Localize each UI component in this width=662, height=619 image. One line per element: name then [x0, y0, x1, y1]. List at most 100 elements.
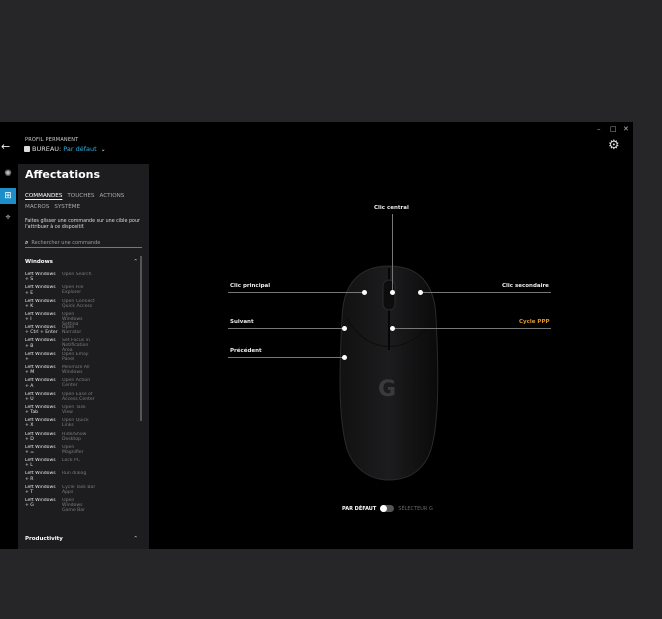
list-item[interactable]: Left Windows + R Run dialog — [25, 471, 138, 484]
hotspot-back[interactable] — [342, 355, 347, 360]
list-item[interactable]: Left Windows + K Open Connect Quick Acces… — [25, 299, 138, 312]
close-button[interactable]: ✕ — [623, 124, 629, 134]
gear-icon[interactable]: ⚙ — [608, 139, 620, 152]
command-action: Open Task View — [62, 404, 86, 415]
panel-title: Affectations — [25, 168, 101, 181]
list-item[interactable]: Left Windows + E Open File Explorer — [25, 285, 138, 298]
list-item[interactable]: Left Windows + S Open Search — [25, 272, 138, 285]
callout-middle-click[interactable]: Clic central — [374, 205, 409, 211]
list-item[interactable]: Left Windows + M Minimize All Windows — [25, 365, 138, 378]
command-key: Left Windows + X — [25, 418, 56, 429]
mode-toggle[interactable] — [380, 505, 395, 512]
command-key: Left Windows + G — [25, 498, 56, 509]
command-list: Left Windows + S Open Search Left Windows… — [25, 272, 138, 511]
callout-secondary-click[interactable]: Clic secondaire — [502, 283, 549, 289]
leader-line — [421, 292, 551, 293]
hotspot-dpi[interactable] — [390, 326, 395, 331]
list-item[interactable]: Left Windows + T Cycle Task Bar Apps — [25, 485, 138, 498]
command-key: Left Windows + M — [25, 365, 56, 376]
command-action: Open File Explorer — [62, 285, 84, 296]
list-item[interactable]: Left Windows + L Lock PC — [25, 458, 138, 471]
command-action: Open Quick Links — [62, 418, 89, 429]
hotspot-secondary[interactable] — [418, 290, 423, 295]
hotspot-forward[interactable] — [342, 326, 347, 331]
arrow-left-icon[interactable]: ← — [1, 141, 10, 152]
g-shift-label: SÉLECTEUR G — [398, 505, 433, 512]
command-action: Open Windows Game Bar — [62, 498, 85, 512]
command-action: Open Narrator — [62, 325, 82, 336]
command-key: Left Windows + K — [25, 298, 56, 309]
hotspot-middle[interactable] — [390, 290, 395, 295]
list-item[interactable]: Left Windows + U Open Ease of Access Cent… — [25, 392, 138, 405]
command-action: Open Windows Setting — [62, 311, 83, 326]
lock-icon — [24, 146, 30, 152]
command-action: Open Magnifier — [62, 444, 84, 455]
list-item[interactable]: Left Windows + I Open Windows Setting — [25, 312, 138, 325]
list-item[interactable]: Left Windows + = Open Magnifier — [25, 445, 138, 458]
leader-line — [228, 328, 344, 329]
callout-back[interactable]: Précédent — [230, 348, 262, 354]
hotspot-primary[interactable] — [362, 290, 367, 295]
command-key: Left Windows + E — [25, 285, 56, 296]
callout-forward[interactable]: Suivant — [230, 319, 254, 325]
command-key: Left Windows + A — [25, 378, 56, 389]
command-key: Left Windows + U — [25, 391, 56, 402]
list-item[interactable]: Left Windows + Open Emoji Panel — [25, 352, 138, 365]
callout-primary-click[interactable]: Clic principal — [230, 283, 270, 289]
maximize-button[interactable]: □ — [610, 124, 617, 134]
chevron-up-icon: ⌃ — [133, 259, 138, 265]
tab-macros[interactable]: MACROS — [25, 204, 49, 210]
list-item[interactable]: Left Windows + Tab Open Task View — [25, 405, 138, 418]
command-action: Lock PC — [62, 458, 80, 464]
command-action: Open Action Center — [62, 378, 91, 389]
command-action: Open Ease of Access Center — [62, 391, 95, 402]
command-key: Left Windows + R — [25, 471, 56, 482]
search-icon: ⌕ — [25, 238, 29, 246]
list-item[interactable]: Left Windows + G Open Windows Game Bar — [25, 498, 138, 511]
profile-name: BUREAU: — [32, 145, 62, 153]
profile-selector[interactable]: BUREAU: Par défaut ⌄ — [24, 145, 106, 153]
default-mode-label: PAR DÉFAUT — [342, 505, 377, 512]
list-item[interactable]: Left Windows + D Hide/Show Desktop — [25, 432, 138, 445]
command-key: Left Windows + = — [25, 444, 56, 456]
group-title: Windows — [25, 259, 53, 265]
command-key: Left Windows + T — [25, 484, 56, 495]
drag-hint: Faites glisser une commande sur une cibl… — [25, 219, 140, 230]
list-item[interactable]: Left Windows + A Open Action Center — [25, 378, 138, 391]
device-canvas: G Clic central Clic principal Clic secon… — [149, 164, 633, 549]
tabs-row-1: COMMANDES TOUCHES ACTIONS — [25, 193, 124, 199]
command-key: Left Windows + — [25, 351, 56, 362]
tab-commandes[interactable]: COMMANDES — [25, 193, 62, 199]
tab-systeme[interactable]: SYSTÈME — [54, 204, 80, 210]
minimize-button[interactable]: – — [597, 124, 601, 134]
chevron-up-icon: ⌃ — [133, 536, 138, 542]
group-windows[interactable]: Windows ⌃ — [25, 259, 138, 265]
mode-switch: PAR DÉFAUT SÉLECTEUR G — [342, 505, 433, 512]
assignments-panel: Affectations COMMANDES TOUCHES ACTIONS M… — [18, 164, 149, 549]
command-action: Minimize All Windows — [62, 365, 90, 376]
command-key: Left Windows + Ctrl + Enter — [25, 325, 58, 336]
leader-line — [395, 328, 551, 329]
command-key: Left Windows + I — [25, 311, 56, 323]
command-key: Left Windows + Tab — [25, 404, 56, 416]
list-item[interactable]: Left Windows + B Set Focus in Notificatio… — [25, 338, 138, 351]
plus-square-icon[interactable]: ⊞ — [0, 188, 16, 204]
crosshair-icon[interactable]: ⌖ — [0, 210, 16, 226]
search-input[interactable] — [31, 239, 132, 246]
callout-dpi-cycle[interactable]: Cycle PPP — [519, 319, 550, 325]
group-productivity[interactable]: Productivity ⌃ — [25, 536, 138, 542]
command-action: Set Focus in Notification Area — [62, 338, 90, 352]
leader-line — [228, 357, 344, 358]
sun-icon[interactable]: ✺ — [0, 166, 16, 182]
profile-value: Par défaut — [63, 145, 97, 153]
mouse-illustration: G — [339, 265, 439, 481]
command-key: Left Windows + D — [25, 431, 56, 442]
list-item[interactable]: Left Windows + Ctrl + Enter Open Narrator — [25, 325, 138, 338]
side-rail: ✺ ⊞ ⌖ — [0, 164, 16, 549]
tab-actions[interactable]: ACTIONS — [100, 193, 125, 199]
tab-touches[interactable]: TOUCHES — [67, 193, 94, 199]
search-bar[interactable]: ⌕ — [25, 238, 142, 248]
list-item[interactable]: Left Windows + X Open Quick Links — [25, 418, 138, 431]
scrollbar[interactable] — [140, 256, 142, 421]
command-key: Left Windows + S — [25, 272, 56, 283]
